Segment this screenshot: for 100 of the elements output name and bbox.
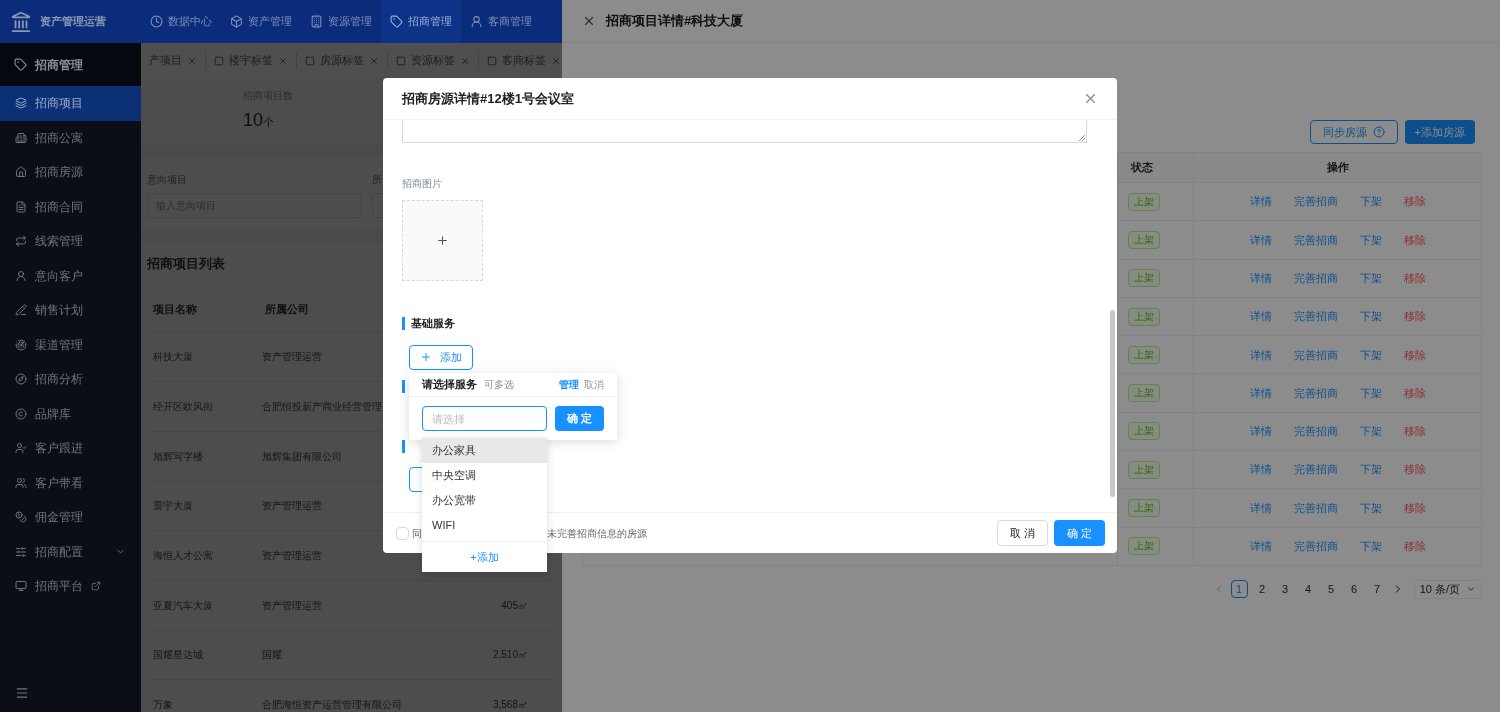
close-icon[interactable] [278,55,288,66]
action-link[interactable]: 完善招商 [1293,461,1338,478]
action-link[interactable]: 下架 [1359,384,1382,402]
action-link[interactable]: 详情 [1249,384,1272,402]
sidebar-item[interactable]: 客户带看 [0,465,141,500]
action-link[interactable]: 完善招商 [1293,423,1338,440]
action-link[interactable]: 完善招商 [1293,499,1338,517]
page-number[interactable]: 5 [1322,580,1340,599]
action-link[interactable]: 下架 [1359,193,1382,210]
remove-link[interactable]: 移除 [1403,346,1426,364]
remove-link[interactable]: 移除 [1403,499,1426,517]
status-tag: 上架 [1128,460,1160,479]
textarea-field[interactable] [402,120,1087,143]
action-link[interactable]: 完善招商 [1293,308,1338,325]
action-link[interactable]: 详情 [1249,346,1272,364]
page-number[interactable]: 3 [1276,580,1294,599]
action-link[interactable]: 详情 [1249,231,1272,249]
confirm-button[interactable]: 确 定 [1054,520,1105,546]
close-icon[interactable] [460,55,470,66]
action-link[interactable]: 下架 [1359,423,1382,440]
action-link[interactable]: 详情 [1249,423,1272,440]
sidebar-item[interactable]: 客户跟进 [0,431,141,466]
add-service-button[interactable]: 添加 [409,344,473,370]
popover-title: 请选择服务 [422,377,477,393]
checkbox[interactable] [396,526,409,540]
action-link[interactable]: 下架 [1359,346,1382,364]
close-icon[interactable] [551,55,561,66]
sidebar-item[interactable]: 意向客户 [0,258,141,293]
add-button[interactable]: +添加房源 [1404,120,1475,144]
page-number[interactable]: 1 [1230,580,1248,599]
option-item[interactable]: WIFI [422,513,547,538]
sidebar-item[interactable]: 销售计划 [0,293,141,328]
plus-icon [436,234,449,247]
sidebar-item[interactable]: 招商配置 [0,534,141,569]
action-link[interactable]: 下架 [1359,461,1382,478]
sidebar-item[interactable]: 招商平台 [0,569,141,604]
option-item[interactable]: 中央空调 [422,463,547,488]
brand-name: 资产管理运营 [40,14,106,30]
close-icon[interactable] [187,55,197,66]
action-link[interactable]: 详情 [1249,461,1272,478]
page-size-select[interactable]: 10 条/页 [1413,579,1482,599]
sidebar-item[interactable]: 线索管理 [0,224,141,259]
remove-link[interactable]: 移除 [1403,461,1426,478]
sidebar-item[interactable]: 招商项目 [0,86,141,121]
remove-link[interactable]: 移除 [1403,384,1426,402]
action-link[interactable]: 详情 [1249,499,1272,517]
nav-tab[interactable]: 招商管理 [381,0,461,43]
action-link[interactable]: 下架 [1359,308,1382,325]
manage-link[interactable]: 管理 [559,377,579,392]
action-link[interactable]: 完善招商 [1293,384,1338,402]
page-number[interactable]: 2 [1253,580,1271,599]
cancel-button[interactable]: 取 消 [997,520,1048,546]
page-number[interactable]: 4 [1299,580,1317,599]
service-select[interactable]: 请选择 [422,406,547,431]
action-link[interactable]: 下架 [1359,231,1382,249]
remove-link[interactable]: 移除 [1403,423,1426,440]
remove-link[interactable]: 移除 [1403,308,1426,325]
action-link[interactable]: 完善招商 [1293,538,1338,555]
sidebar-item[interactable]: 招商合同 [0,189,141,224]
option-item[interactable]: 办公宽带 [422,488,547,513]
tab-icon [487,55,497,66]
nav-tab[interactable]: 资源管理 [301,0,381,43]
action-link[interactable]: 下架 [1359,270,1382,287]
close-icon[interactable] [369,55,379,66]
sidebar-item[interactable]: 佣金管理 [0,500,141,535]
add-option-link[interactable]: +添加 [470,548,499,566]
cancel-link[interactable]: 取消 [584,377,604,392]
action-link[interactable]: 详情 [1249,538,1272,555]
collapse-icon[interactable] [15,686,29,700]
nav-tab[interactable]: 数据中心 [141,0,221,43]
action-link[interactable]: 下架 [1359,538,1382,555]
confirm-button[interactable]: 确 定 [555,406,604,431]
action-link[interactable]: 完善招商 [1293,231,1338,249]
upload-box[interactable] [402,200,483,281]
remove-link[interactable]: 移除 [1403,193,1426,210]
action-link[interactable]: 详情 [1249,308,1272,325]
scrollbar-thumb[interactable] [1110,310,1115,497]
action-link[interactable]: 详情 [1249,270,1272,287]
sidebar-item[interactable]: 招商公寓 [0,120,141,155]
page-number[interactable]: 6 [1345,580,1363,599]
nav-tab[interactable]: 客商管理 [461,0,541,43]
remove-link[interactable]: 移除 [1403,270,1426,287]
action-link[interactable]: 完善招商 [1293,270,1338,287]
page-number[interactable]: 7 [1368,580,1386,599]
sidebar-item[interactable]: 品牌库 [0,396,141,431]
action-link[interactable]: 详情 [1249,193,1272,210]
sidebar-item[interactable]: 渠道管理 [0,327,141,362]
action-link[interactable]: 完善招商 [1293,193,1338,210]
sidebar-item[interactable]: 招商房源 [0,155,141,190]
remove-link[interactable]: 移除 [1403,538,1426,555]
close-icon[interactable] [1083,91,1098,106]
remove-link[interactable]: 移除 [1403,231,1426,249]
nav-tab[interactable]: 资产管理 [221,0,301,43]
action-link[interactable]: 完善招商 [1293,346,1338,364]
action-link[interactable]: 下架 [1359,499,1382,517]
option-item[interactable]: 办公家具 [422,438,547,463]
close-icon[interactable] [582,14,596,28]
sync-button[interactable]: 同步房源 [1309,120,1398,144]
field-label: 招商图片 [402,177,443,191]
sidebar-item[interactable]: 招商分析 [0,362,141,397]
